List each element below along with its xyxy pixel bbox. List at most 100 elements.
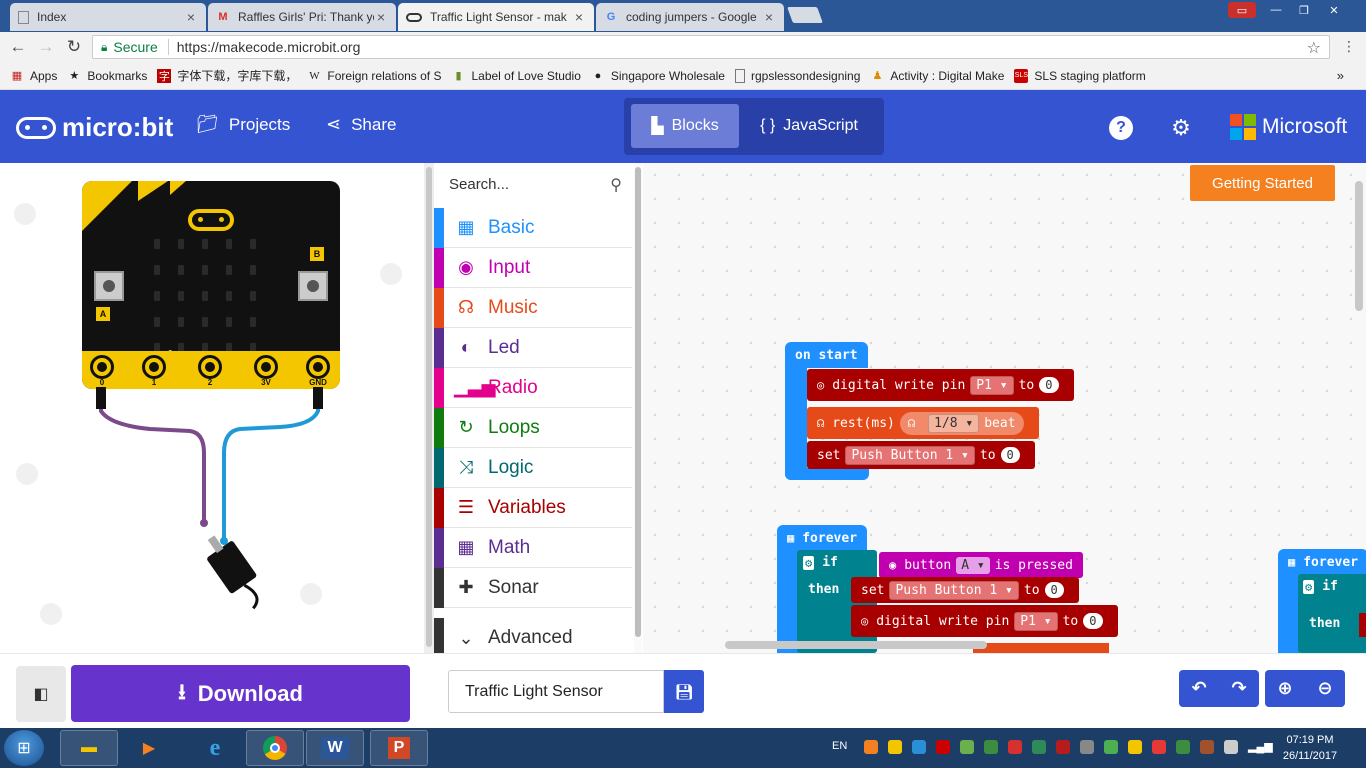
bookmark-label-of-love[interactable]: ▮ Label of Love Studio [451,69,580,83]
button-dropdown[interactable]: A ▾ [956,556,990,574]
category-math[interactable]: ▦ Math [434,527,632,568]
workspace-vertical-scrollbar[interactable] [1355,181,1363,311]
zoom-out-icon[interactable]: ⊖ [1305,678,1345,699]
download-button[interactable]: ⭳ Download [71,665,410,722]
tray-app-icon[interactable] [864,740,878,754]
microbit-logo[interactable]: micro:bit [16,112,173,143]
media-player-icon[interactable]: ▶ [120,730,178,766]
restore-icon[interactable]: ❐ [1290,2,1318,18]
beat-block[interactable]: ☊ 1/8 ▾ beat [899,411,1024,435]
system-clock[interactable]: 07:19 PM 26/11/2017 [1278,732,1342,764]
search-icon[interactable]: ⚲ [610,175,622,195]
bluetooth-icon[interactable] [912,740,926,754]
category-input[interactable]: ◉ Input [434,247,632,288]
help-icon[interactable]: ? [1109,116,1133,140]
tray-app-icon[interactable] [1152,740,1166,754]
blocks-button[interactable]: ▙ Blocks [631,104,739,148]
category-music[interactable]: ☊ Music [434,287,632,328]
blocks-workspace[interactable]: Getting Started on start ◎ digital write… [643,163,1366,653]
user-profile-icon[interactable]: ▭ [1228,2,1256,18]
browser-tab-gmail[interactable]: M Raffles Girls' Pri: Thank yo × [208,3,396,31]
variable-dropdown[interactable]: Push Button 1 ▾ [845,445,975,465]
getting-started-button[interactable]: Getting Started [1190,165,1335,201]
category-radio[interactable]: ▁▃▅ Radio [434,367,632,408]
number-input[interactable]: 0 [1044,582,1064,598]
internet-explorer-icon[interactable]: e [186,730,244,766]
simulator-scrollbar[interactable] [424,163,434,653]
flag-icon[interactable] [1224,740,1238,754]
language-indicator[interactable]: EN [832,740,847,752]
tray-app-icon[interactable] [1104,740,1118,754]
tray-app-icon[interactable] [1008,740,1022,754]
category-loops[interactable]: ↻ Loops [434,407,632,448]
rest-block[interactable]: ☊ rest(ms) ☊ 1/8 ▾ beat [807,407,1039,439]
menu-kebab-icon[interactable]: ⋮ [1342,38,1356,55]
microsoft-logo[interactable]: Microsoft [1230,114,1347,140]
tray-app-icon[interactable] [888,740,902,754]
undo-icon[interactable]: ↶ [1179,678,1219,699]
pin-dropdown[interactable]: P1 ▾ [970,375,1014,395]
save-button[interactable]: 💾︎ [664,670,704,713]
tray-app-icon[interactable] [936,740,950,754]
browser-tab-makecode[interactable]: Traffic Light Sensor - mak × [398,3,594,31]
number-input[interactable]: 0 [1083,613,1103,629]
push-button-component[interactable] [198,529,271,615]
back-arrow-icon[interactable]: ← [4,37,32,57]
bookmark-bookmarks[interactable]: ★ Bookmarks [67,69,147,83]
forever-block[interactable]: ▦ forever [777,525,868,551]
category-logic[interactable]: ⤨ Logic [434,447,632,488]
tray-app-icon[interactable] [1032,740,1046,754]
minimize-icon[interactable]: — [1262,2,1290,18]
pin-dropdown[interactable]: P1 ▾ [1014,611,1058,631]
reload-icon[interactable]: ↻ [60,37,88,57]
digital-write-pin-block[interactable]: ◎ digital write pin P1 ▾ to 0 [851,605,1118,637]
redo-icon[interactable]: ↷ [1219,678,1259,699]
gear-icon[interactable]: ⚙ [1169,115,1193,140]
category-sonar[interactable]: ✚ Sonar [434,567,632,608]
set-variable-block[interactable]: set Push Button 1 ▾ to 0 [851,577,1079,603]
tray-app-icon[interactable] [1128,740,1142,754]
file-explorer-icon[interactable]: ▬ [60,730,118,766]
variable-dropdown[interactable]: Push Button 1 ▾ [889,580,1019,600]
close-tab-icon[interactable]: × [374,9,388,25]
chrome-icon[interactable] [246,730,304,766]
close-tab-icon[interactable]: × [572,9,586,25]
close-tab-icon[interactable]: × [762,9,776,25]
toolbox-search-input[interactable]: Search... ⚲ [434,163,634,205]
on-start-block[interactable]: on start [785,342,868,368]
more-bookmarks-icon[interactable]: » [1337,68,1344,83]
bookmark-apps[interactable]: ▦ Apps [10,69,58,83]
project-name-input[interactable]: Traffic Light Sensor [448,670,664,713]
bookmark-rgps[interactable]: rgpslessondesigning [734,68,860,83]
category-advanced[interactable]: ⌄ Advanced [434,618,632,658]
bookmark-sls[interactable]: SLS SLS staging platform [1014,68,1146,83]
tray-app-icon[interactable] [1200,740,1214,754]
tray-app-icon[interactable] [960,740,974,754]
tray-app-icon[interactable] [1176,740,1190,754]
number-input[interactable]: 0 [1000,447,1020,463]
bookmark-wikipedia[interactable]: W Foreign relations of S [307,69,441,83]
toolbox-scrollbar[interactable] [634,163,642,653]
forever-block-2[interactable]: ▦ forever [1278,549,1366,575]
category-variables[interactable]: ☰ Variables [434,487,632,528]
set-variable-block[interactable]: set Push Button 1 ▾ to 0 [807,441,1035,469]
tray-app-icon[interactable] [984,740,998,754]
beat-dropdown[interactable]: 1/8 ▾ [928,413,980,433]
share-button[interactable]: ⋖ Share [326,114,396,135]
tray-app-icon[interactable] [1080,740,1094,754]
signal-icon[interactable]: ▂▄▆ [1248,740,1273,754]
bookmark-activity[interactable]: ♟ Activity : Digital Make [870,69,1004,83]
javascript-button[interactable]: { } JavaScript [746,104,872,148]
close-tab-icon[interactable]: × [184,9,198,25]
bookmark-singapore-wholesale[interactable]: ● Singapore Wholesale [591,69,725,83]
powerpoint-icon[interactable]: P [370,730,428,766]
category-basic[interactable]: ▦ Basic [434,207,632,248]
projects-button[interactable]: 📁︎ Projects [196,114,290,135]
shield-icon[interactable] [1056,740,1070,754]
word-icon[interactable]: W [306,730,364,766]
address-bar[interactable]: 🔒︎ Secure https://makecode.microbit.org … [92,35,1330,59]
bookmark-star-icon[interactable]: ☆ [1307,38,1321,58]
close-window-icon[interactable]: ✕ [1320,2,1348,18]
collapse-simulator-button[interactable]: ◧ [16,666,66,722]
forward-arrow-icon[interactable]: → [32,37,60,57]
